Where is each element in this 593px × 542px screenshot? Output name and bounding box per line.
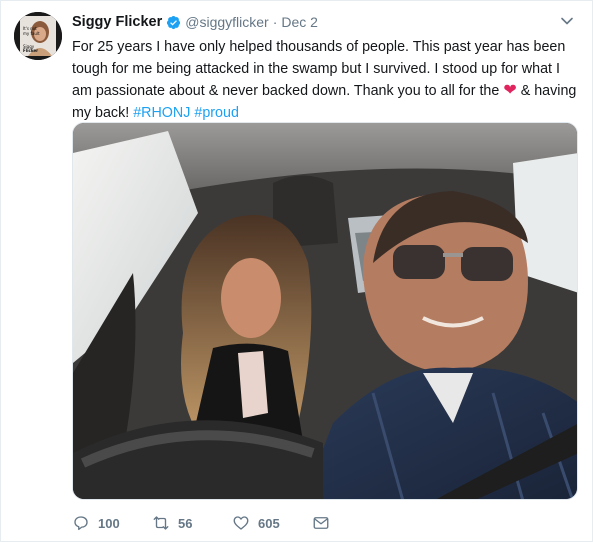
hashtag-proud[interactable]: #proud <box>194 105 239 121</box>
tweet-text-line-4-start: my back! <box>72 105 130 121</box>
tweet-actions: 100 56 605 <box>72 513 338 533</box>
envelope-icon <box>313 517 329 529</box>
author-handle[interactable]: @siggyflicker <box>185 14 268 30</box>
direct-message-button[interactable] <box>312 514 338 532</box>
reply-icon <box>74 516 88 531</box>
tweet-text: For 25 years I have only helped thousand… <box>72 36 578 124</box>
reply-count: 100 <box>98 515 120 531</box>
avatar[interactable]: It's not my fault Siggy Flicker <box>14 12 62 60</box>
tweet-date[interactable]: Dec 2 <box>281 14 318 30</box>
chevron-down-icon[interactable] <box>560 14 574 28</box>
verified-badge-icon <box>166 15 181 30</box>
tweet-header: Siggy Flicker @siggyflicker · Dec 2 <box>72 12 574 32</box>
retweet-button[interactable]: 56 <box>152 514 232 532</box>
tweet-text-line-3-start: am passionate about & never backed down.… <box>72 83 500 99</box>
hashtag-rhonj[interactable]: #RHONJ <box>133 105 190 121</box>
avatar-caption-2: my fault <box>23 31 40 36</box>
tweet-text-line-2: tough for me being attacked in the swamp… <box>72 61 560 77</box>
avatar-image: It's not my fault Siggy Flicker <box>14 12 62 60</box>
heart-emoji: ❤ <box>503 82 517 99</box>
author-name[interactable]: Siggy Flicker <box>72 14 162 30</box>
tweet-photo[interactable] <box>72 122 578 500</box>
reply-button[interactable]: 100 <box>72 514 152 532</box>
heart-icon <box>233 516 249 530</box>
tweet-card[interactable]: It's not my fault Siggy Flicker Siggy Fl… <box>0 0 593 542</box>
tweet-text-line-3-end: & having <box>520 83 577 99</box>
like-button[interactable]: 605 <box>232 514 312 532</box>
retweet-count: 56 <box>178 515 193 531</box>
tweet-text-line-3: am passionate about & never backed down.… <box>72 80 578 102</box>
avatar-caption-4: Flicker <box>23 48 38 53</box>
tweet-text-line-4: my back! #RHONJ #proud <box>72 102 578 124</box>
car-selfie-image <box>73 123 577 499</box>
like-count: 605 <box>258 515 280 531</box>
retweet-icon <box>153 516 169 530</box>
tweet-text-line-1: For 25 years I have only helped thousand… <box>72 39 566 55</box>
header-separator: · <box>272 14 278 30</box>
